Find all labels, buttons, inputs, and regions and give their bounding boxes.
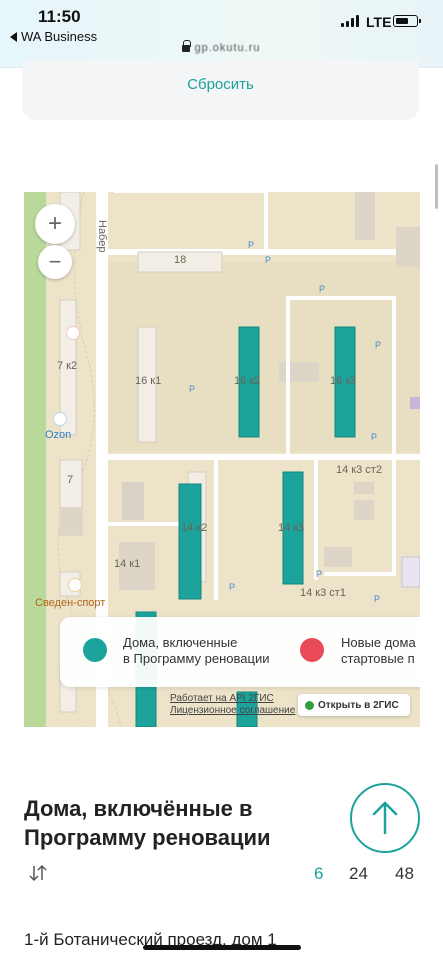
svg-text:P: P	[374, 594, 380, 604]
renovation-map[interactable]: PPP PPP PPP 18 16 к1 16 к2 16 к3 7 к2 7 …	[24, 192, 420, 727]
building-label: 14 к3	[278, 522, 305, 534]
page-size-option-24[interactable]: 24	[349, 864, 368, 884]
page-size-option-6[interactable]: 6	[314, 864, 323, 884]
filter-card: Сбросить	[22, 60, 419, 120]
ozon-pin-icon[interactable]	[53, 412, 67, 426]
lock-icon	[182, 39, 192, 52]
zoom-in-button[interactable]: +	[35, 204, 75, 244]
legend-new-label: Новые дома стартовые п	[341, 635, 416, 666]
map-legend: Дома, включенные в Программу реновации Н…	[60, 617, 420, 687]
poi-marker-icon[interactable]	[66, 326, 80, 340]
api-2gis-link[interactable]: Работает на API 2ГИС	[170, 693, 295, 705]
building-label: 18	[174, 254, 187, 266]
building-label: 14 к2	[181, 522, 208, 534]
sport-pin-icon[interactable]	[68, 578, 82, 592]
home-indicator[interactable]	[143, 945, 301, 950]
svg-text:P: P	[189, 384, 195, 394]
reset-filters-button[interactable]: Сбросить	[22, 76, 419, 93]
browser-header: 11:50 WA Business LTE gp.okutu.ru	[0, 0, 443, 68]
battery-icon	[393, 15, 421, 27]
back-triangle-icon	[10, 31, 17, 42]
building-label: 14 к3 ст2	[336, 464, 382, 476]
building-label: 14 к3 ст1	[300, 587, 346, 599]
open-in-2gis-button[interactable]: Открыть в 2ГИС	[298, 694, 410, 716]
scroll-to-top-button[interactable]	[350, 783, 420, 853]
svg-text:P: P	[229, 582, 235, 592]
building-label: 14 к1	[114, 558, 141, 570]
building-label: 16 к1	[135, 375, 162, 387]
address-bar[interactable]: gp.okutu.ru	[0, 39, 443, 55]
svg-text:P: P	[371, 432, 377, 442]
license-link[interactable]: Лицензионное соглашение	[170, 705, 295, 717]
building-label: 7 к2	[57, 360, 78, 372]
svg-text:P: P	[319, 284, 325, 294]
open-in-2gis-label: Открыть в 2ГИС	[318, 699, 399, 711]
legend-included-label: Дома, включенные в Программу реновации	[123, 635, 270, 666]
sort-arrows-icon[interactable]	[28, 863, 48, 888]
building-label: 7	[67, 474, 74, 486]
svg-text:P: P	[265, 255, 271, 265]
poi-sport-label[interactable]: Сведен-спорт	[35, 597, 105, 609]
building-label: 16 к3	[330, 375, 357, 387]
building-label: 16 к2	[234, 375, 261, 387]
signal-icon	[341, 15, 359, 27]
zoom-out-button[interactable]: −	[38, 245, 72, 279]
poi-ozon-label[interactable]: Ozon	[45, 429, 71, 441]
street-label: Набер	[96, 220, 108, 253]
scrollbar[interactable]	[435, 164, 438, 209]
status-time: 11:50	[38, 7, 81, 26]
svg-text:P: P	[248, 240, 254, 250]
network-type: LTE	[366, 14, 392, 30]
legend-new-color	[300, 638, 324, 662]
api-attribution: Работает на API 2ГИС Лицензионное соглаш…	[170, 693, 295, 717]
svg-text:P: P	[375, 340, 381, 350]
section-title: Дома, включённые в Программу реновации	[24, 796, 271, 850]
2gis-logo-icon	[305, 700, 314, 710]
arrow-up-icon	[372, 801, 398, 835]
url-text: gp.okutu.ru	[194, 42, 261, 55]
legend-included-color	[83, 638, 107, 662]
svg-text:P: P	[316, 569, 322, 579]
page-size-option-48[interactable]: 48	[395, 864, 414, 884]
